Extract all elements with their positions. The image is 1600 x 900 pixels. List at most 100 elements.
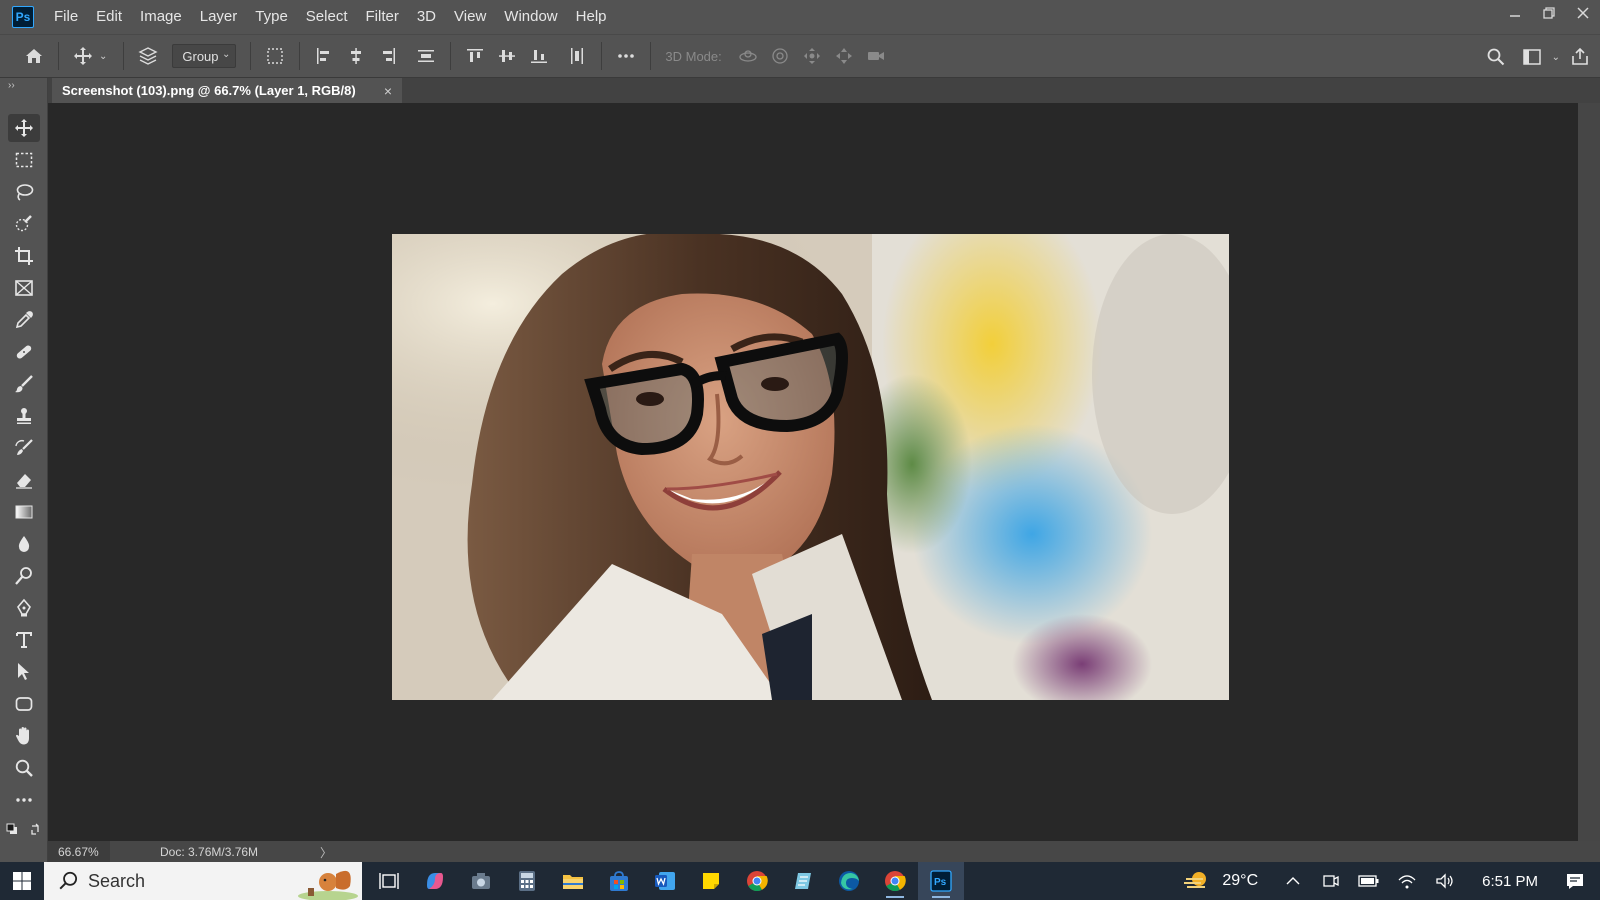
minimize-button[interactable] [1498,0,1532,26]
menu-view[interactable]: View [445,0,495,34]
document-tab[interactable]: Screenshot (103).png @ 66.7% (Layer 1, R… [52,78,402,103]
weather-temperature[interactable]: 29°C [1222,872,1258,890]
taskbar-edge[interactable] [826,862,872,900]
show-hidden-icons[interactable] [1274,862,1312,900]
search-button[interactable] [1480,41,1512,73]
taskbar-copilot[interactable] [412,862,458,900]
menu-filter[interactable]: Filter [357,0,408,34]
task-view-button[interactable] [366,862,412,900]
taskbar-chrome[interactable] [734,862,780,900]
battery-indicator[interactable] [1350,862,1388,900]
marquee-tool[interactable] [8,146,40,174]
vertical-scrollbar[interactable] [1578,103,1600,841]
align-left-button[interactable] [308,40,340,72]
document-canvas[interactable] [48,103,1578,841]
pen-tool[interactable] [8,594,40,622]
color-swatches[interactable] [2,816,46,844]
brush-tool[interactable] [8,370,40,398]
taskbar-word[interactable] [642,862,688,900]
healing-brush-tool[interactable] [8,338,40,366]
distribute-vertical-button[interactable] [561,40,593,72]
taskbar-file-explorer[interactable] [550,862,596,900]
chevron-down-icon[interactable]: ⌄ [99,51,107,62]
taskbar-clock[interactable]: 6:51 PM [1482,873,1538,890]
document-tab-bar: Screenshot (103).png @ 66.7% (Layer 1, R… [48,78,1600,103]
align-bottom-button[interactable] [523,40,555,72]
align-middle-button[interactable] [491,40,523,72]
restore-button[interactable] [1532,0,1566,26]
rectangle-tool[interactable] [8,690,40,718]
share-button[interactable] [1564,41,1596,73]
taskbar-sticky-notes[interactable] [688,862,734,900]
restore-icon [1543,7,1555,19]
distribute-button[interactable] [410,40,442,72]
clone-stamp-tool[interactable] [8,402,40,430]
eraser-tool[interactable] [8,466,40,494]
menu-layer[interactable]: Layer [191,0,247,34]
taskbar-photoshop[interactable]: Ps [918,862,964,900]
network-indicator[interactable] [1388,862,1426,900]
taskbar-camera[interactable] [458,862,504,900]
start-button[interactable] [0,862,44,900]
3d-orbit-button[interactable] [732,40,764,72]
3d-slide-button[interactable] [828,40,860,72]
notifications-button[interactable] [1556,862,1594,900]
align-top-button[interactable] [459,40,491,72]
zoom-tool[interactable] [8,754,40,782]
workspace-button[interactable] [1516,41,1548,73]
menu-help[interactable]: Help [567,0,616,34]
align-right-button[interactable] [372,40,404,72]
collapse-panel-icon[interactable]: ›› [8,80,15,91]
blur-tool[interactable] [8,530,40,558]
chevron-down-icon[interactable]: ⌄ [1552,52,1560,63]
path-selection-tool[interactable] [8,658,40,686]
move-tool[interactable] [8,114,40,142]
auto-select-dropdown[interactable]: Group ⌄ [172,44,237,68]
eyedropper-tool[interactable] [8,306,40,334]
lasso-tool[interactable] [8,178,40,206]
taskbar-chrome-profile[interactable] [872,862,918,900]
taskbar-notepad[interactable] [780,862,826,900]
close-tab-icon[interactable]: × [384,83,392,99]
move-tool-preset[interactable] [67,40,99,72]
taskbar-store[interactable] [596,862,642,900]
zoom-level[interactable]: 66.67% [48,841,110,862]
menu-type[interactable]: Type [246,0,297,34]
gradient-tool[interactable] [8,498,40,526]
close-button[interactable] [1566,0,1600,26]
hand-tool[interactable] [8,722,40,750]
task-view-icon [379,873,399,889]
auto-select-button[interactable] [132,40,164,72]
taskbar-calculator[interactable] [504,862,550,900]
quick-selection-tool[interactable] [8,210,40,238]
windows-icon [13,872,31,890]
dodge-tool[interactable] [8,562,40,590]
menu-3d[interactable]: 3D [408,0,445,34]
word-icon [655,872,675,890]
volume-indicator[interactable] [1426,862,1464,900]
status-menu-arrow[interactable]: 〉 [320,844,332,861]
align-center-button[interactable] [340,40,372,72]
3d-roll-button[interactable] [764,40,796,72]
menu-select[interactable]: Select [297,0,357,34]
menu-file[interactable]: File [45,0,87,34]
weather-widget[interactable] [1178,862,1216,900]
frame-tool[interactable] [8,274,40,302]
history-brush-tool[interactable] [8,434,40,462]
more-options-button[interactable] [610,40,642,72]
search-highlight-illustration [298,870,358,900]
menu-edit[interactable]: Edit [87,0,131,34]
meet-now-button[interactable] [1312,862,1350,900]
3d-camera-button[interactable] [860,40,892,72]
menu-window[interactable]: Window [495,0,566,34]
edit-toolbar-button[interactable] [8,786,40,814]
crop-tool[interactable] [8,242,40,270]
home-button[interactable] [18,40,50,72]
chevron-up-icon [1286,877,1300,885]
3d-pan-button[interactable] [796,40,828,72]
type-tool[interactable] [8,626,40,654]
document-image[interactable] [392,234,1229,700]
menu-image[interactable]: Image [131,0,191,34]
taskbar-search-box[interactable]: Search [44,862,362,900]
transform-controls-button[interactable] [259,40,291,72]
